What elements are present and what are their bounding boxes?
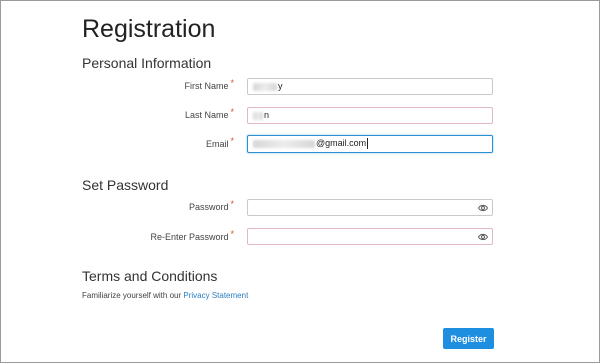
reenter-password-label: Re-Enter Password * <box>150 229 234 242</box>
required-marker: * <box>230 107 234 117</box>
redacted-text <box>253 111 263 120</box>
required-marker: * <box>230 136 234 146</box>
redacted-text <box>253 82 277 91</box>
eye-icon[interactable] <box>478 203 488 213</box>
email-label: Email * <box>205 136 234 149</box>
page-title: Registration <box>82 15 216 43</box>
required-marker: * <box>230 199 234 209</box>
terms-heading: Terms and Conditions <box>82 268 218 284</box>
terms-text: Familiarize yourself with our Privacy St… <box>82 291 249 300</box>
eye-icon[interactable] <box>478 232 488 242</box>
first-name-field[interactable]: y <box>247 78 493 95</box>
personal-info-heading: Personal Information <box>82 55 212 71</box>
privacy-statement-link[interactable]: Privacy Statement <box>183 291 248 300</box>
required-marker: * <box>230 78 234 88</box>
text-caret <box>367 138 369 150</box>
reenter-password-field[interactable] <box>247 228 493 245</box>
first-name-label: First Name * <box>184 78 234 91</box>
redacted-text <box>253 139 315 148</box>
set-password-heading: Set Password <box>82 177 169 193</box>
password-label: Password * <box>188 199 234 212</box>
required-marker: * <box>230 229 234 239</box>
email-field[interactable]: @gmail.com <box>247 135 493 153</box>
last-name-field[interactable]: n <box>247 107 493 124</box>
register-button[interactable]: Register <box>443 328 494 349</box>
last-name-label: Last Name * <box>184 107 234 120</box>
password-field[interactable] <box>247 199 493 216</box>
